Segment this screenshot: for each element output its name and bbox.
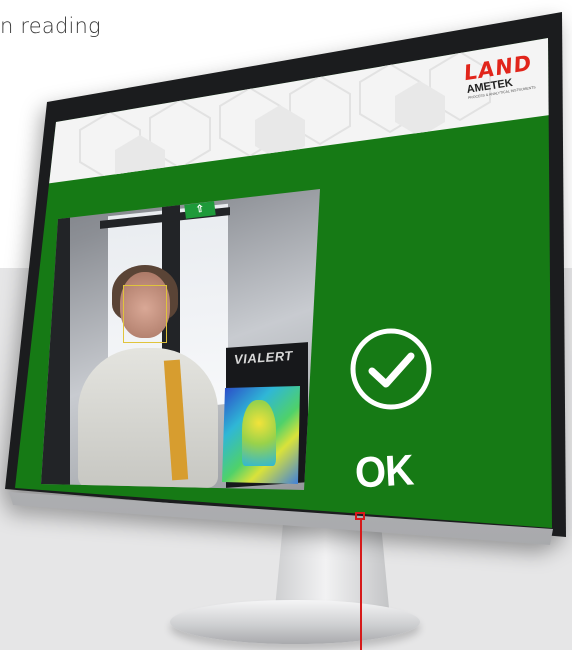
monitor: LAND AMETEK PROCESS & ANALYTICAL INSTRUM… xyxy=(0,0,572,560)
thermal-person xyxy=(242,400,276,466)
face-detection-box xyxy=(123,285,167,343)
check-circle-icon xyxy=(350,328,432,410)
monitor-stand-base xyxy=(170,600,420,644)
status-result-label: OK xyxy=(353,446,415,498)
person-body xyxy=(78,348,218,488)
monitor-screen: LAND AMETEK PROCESS & ANALYTICAL INSTRUM… xyxy=(15,38,552,528)
callout-line xyxy=(360,518,362,650)
door-frame-left xyxy=(41,200,70,490)
